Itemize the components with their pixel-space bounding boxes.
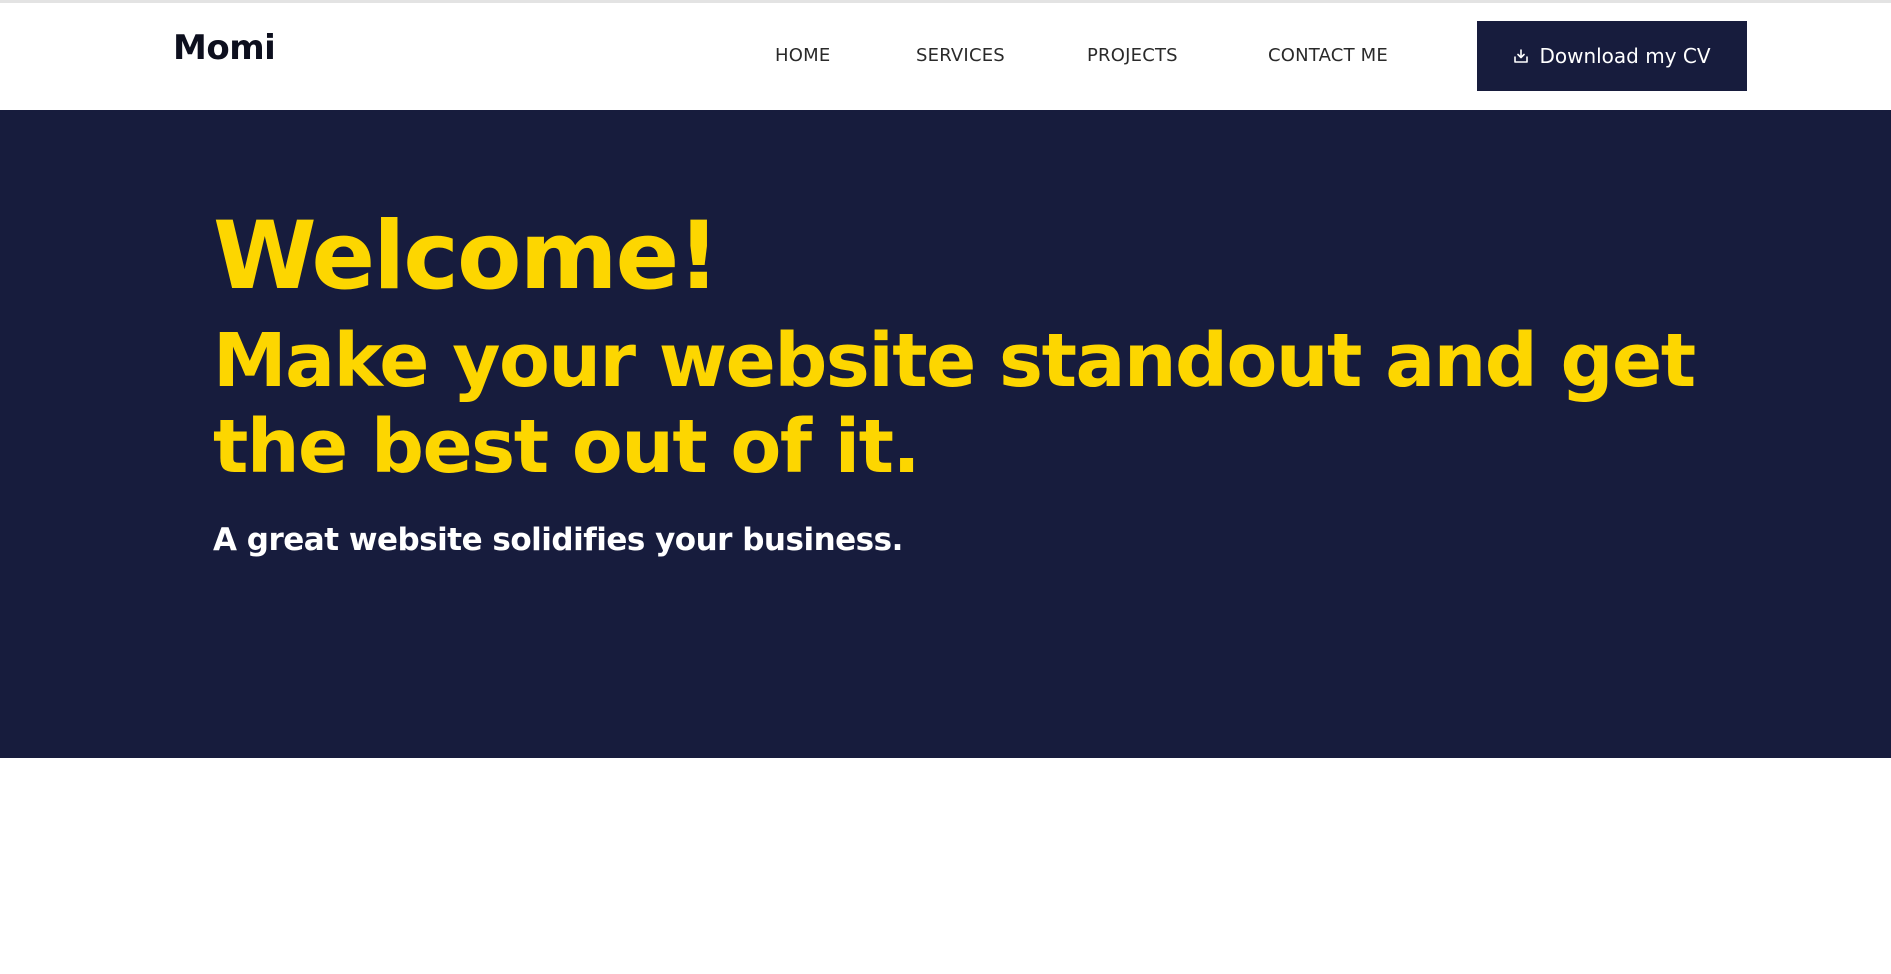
download-cv-button[interactable]: Download my CV (1477, 21, 1747, 91)
nav-services-link[interactable]: SERVICES (916, 47, 1005, 65)
nav-home-link[interactable]: HOME (775, 47, 830, 65)
site-header: Momi HOME SERVICES PROJECTS CONTACT ME D… (0, 3, 1891, 110)
hero-subtitle: A great website solidifies your business… (213, 522, 903, 558)
site-logo[interactable]: Momi (173, 31, 276, 65)
hero-section: Welcome! Make your website standout and … (0, 110, 1891, 758)
nav-projects-link[interactable]: PROJECTS (1087, 47, 1178, 65)
page-content-area (0, 758, 1891, 974)
download-icon (1513, 48, 1529, 64)
hero-welcome-heading: Welcome! (213, 202, 720, 311)
nav-contact-link[interactable]: CONTACT ME (1268, 47, 1388, 65)
hero-tagline: Make your website standout and get the b… (213, 318, 1696, 490)
download-cv-label: Download my CV (1539, 44, 1711, 68)
